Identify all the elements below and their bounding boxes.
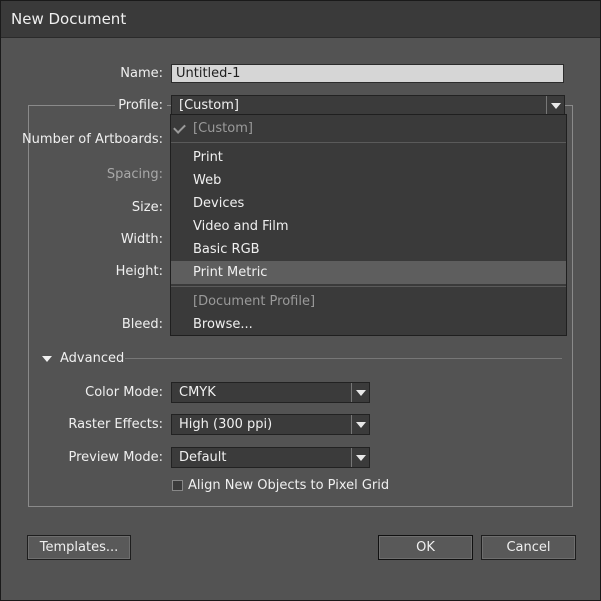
chevron-down-icon[interactable] bbox=[351, 415, 369, 434]
color-mode-select[interactable]: CMYK bbox=[171, 382, 370, 403]
title-bar[interactable]: New Document bbox=[1, 1, 600, 38]
menu-item-browse[interactable]: Browse... bbox=[171, 313, 566, 336]
color-mode-value: CMYK bbox=[179, 385, 216, 400]
window-title: New Document bbox=[11, 10, 127, 28]
raster-effects-select[interactable]: High (300 ppi) bbox=[171, 414, 370, 435]
preview-mode-value: Default bbox=[179, 450, 227, 465]
height-label: Height: bbox=[115, 264, 163, 279]
preview-mode-label: Preview Mode: bbox=[68, 450, 163, 465]
name-field[interactable]: Untitled-1 bbox=[171, 64, 564, 83]
chevron-down-icon[interactable] bbox=[351, 448, 369, 467]
chevron-down-icon[interactable] bbox=[351, 383, 369, 402]
name-label: Name: bbox=[120, 66, 163, 81]
raster-effects-label: Raster Effects: bbox=[68, 417, 163, 432]
ok-button[interactable]: OK bbox=[378, 535, 473, 560]
raster-effects-value: High (300 ppi) bbox=[179, 417, 273, 432]
menu-separator bbox=[171, 286, 566, 287]
menu-item-video-and-film[interactable]: Video and Film bbox=[171, 215, 566, 238]
profile-dropdown-menu: [Custom] Print Web Devices Video and Fil… bbox=[170, 114, 567, 336]
menu-item-devices[interactable]: Devices bbox=[171, 192, 566, 215]
advanced-divider bbox=[125, 358, 562, 359]
menu-item-print[interactable]: Print bbox=[171, 146, 566, 169]
profile-select[interactable]: [Custom] bbox=[171, 95, 565, 116]
menu-separator bbox=[171, 142, 566, 143]
artboards-label: Number of Artboards: bbox=[21, 132, 163, 147]
new-document-dialog: New Document Name: Untitled-1 Profile: [… bbox=[0, 0, 601, 601]
cancel-button[interactable]: Cancel bbox=[481, 535, 576, 560]
color-mode-label: Color Mode: bbox=[85, 385, 163, 400]
size-label: Size: bbox=[131, 200, 163, 215]
advanced-toggle[interactable]: Advanced bbox=[42, 351, 124, 366]
align-pixel-grid-label[interactable]: Align New Objects to Pixel Grid bbox=[188, 478, 389, 493]
spacing-label: Spacing: bbox=[106, 167, 163, 182]
menu-item-web[interactable]: Web bbox=[171, 169, 566, 192]
templates-button[interactable]: Templates... bbox=[27, 535, 131, 560]
profile-label: Profile: bbox=[118, 98, 163, 113]
preview-mode-select[interactable]: Default bbox=[171, 447, 370, 468]
menu-item-basic-rgb[interactable]: Basic RGB bbox=[171, 238, 566, 261]
disclosure-triangle-icon bbox=[42, 356, 52, 362]
align-pixel-grid-checkbox[interactable] bbox=[172, 480, 183, 491]
profile-select-value: [Custom] bbox=[179, 98, 239, 113]
menu-item-document-profile: [Document Profile] bbox=[193, 294, 316, 309]
bleed-label: Bleed: bbox=[121, 317, 163, 332]
menu-item-custom: [Custom] bbox=[171, 117, 566, 140]
menu-item-print-metric[interactable]: Print Metric bbox=[171, 261, 566, 284]
checkmark-icon bbox=[173, 121, 186, 134]
chevron-down-icon[interactable] bbox=[546, 96, 564, 115]
width-label: Width: bbox=[120, 232, 163, 247]
